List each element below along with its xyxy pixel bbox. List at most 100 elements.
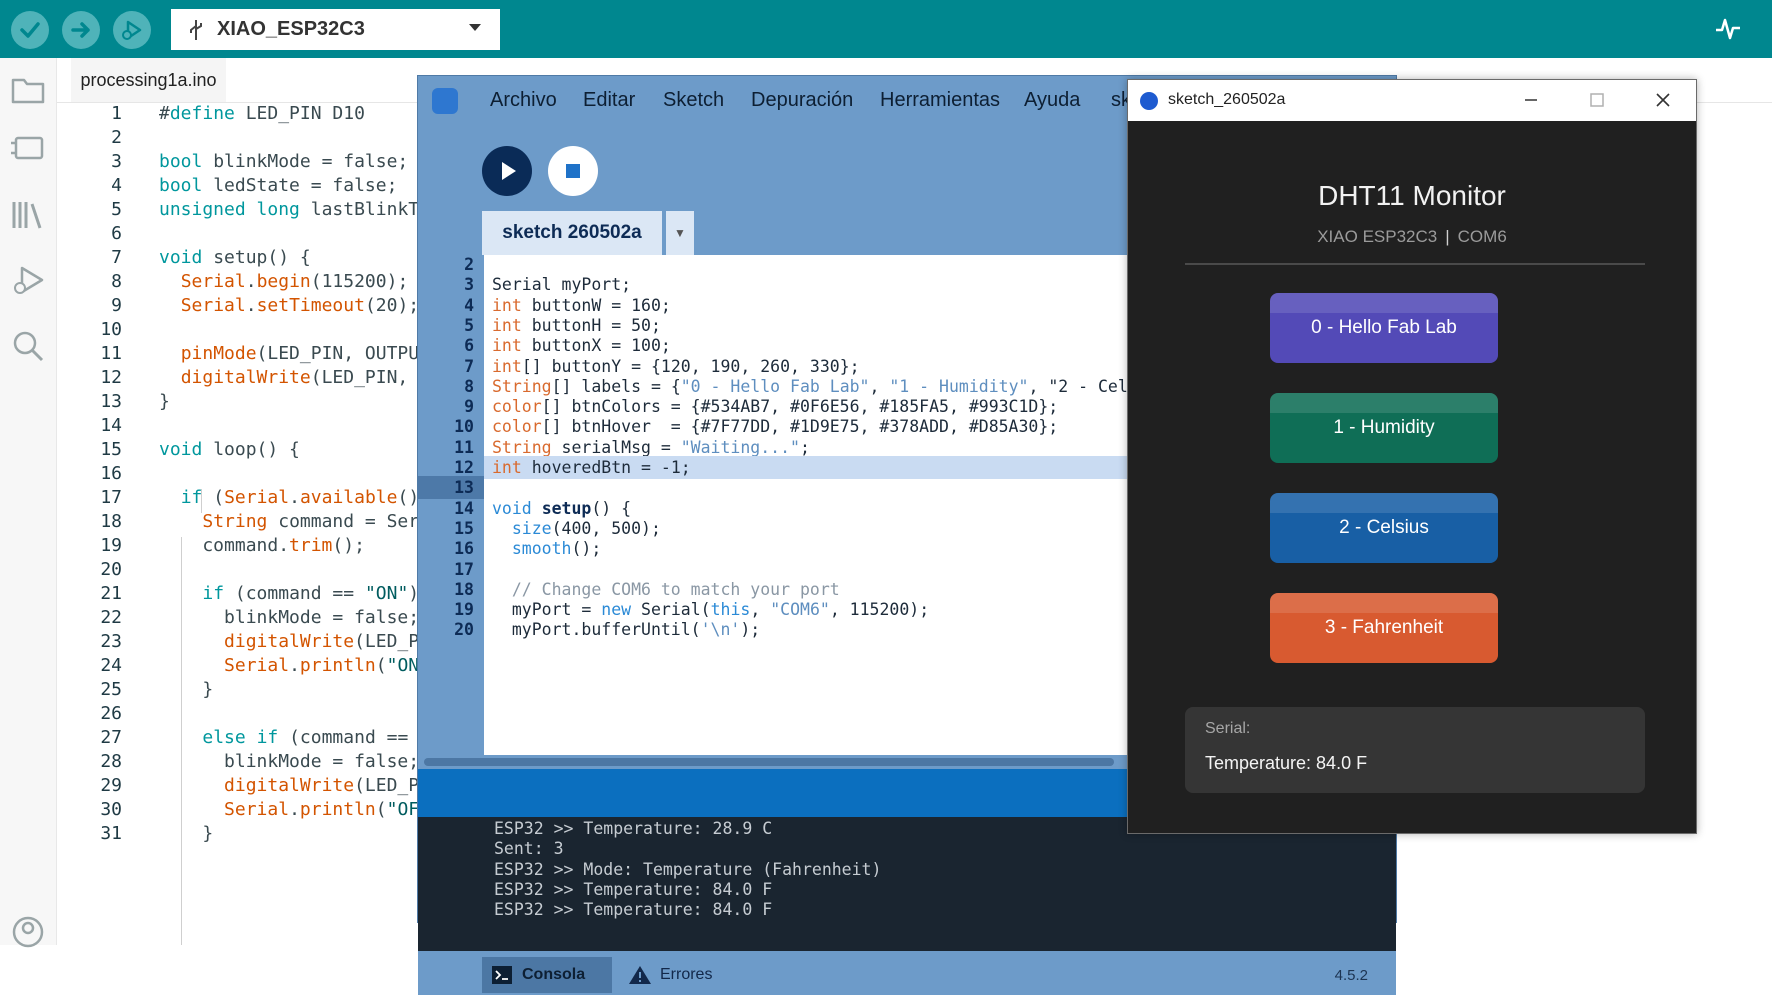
line-number: 12: [100, 367, 122, 388]
code-text: void setup() {: [159, 247, 311, 268]
line-number: 15: [100, 439, 122, 460]
button-label: 1 - Humidity: [1333, 417, 1435, 438]
code-text: #define LED_PIN D10: [159, 103, 365, 124]
port-label: COM6: [1457, 227, 1507, 246]
tab-processing1a[interactable]: processing1a.ino: [71, 58, 226, 102]
code-text: }: [159, 823, 214, 844]
code-text: command.trim();: [159, 535, 365, 556]
stop-button[interactable]: [548, 146, 598, 196]
humidity-button[interactable]: 1 - Humidity: [1270, 393, 1498, 463]
separator: |: [1445, 227, 1450, 246]
hello-fab-lab-button[interactable]: 0 - Hello Fab Lab: [1270, 293, 1498, 363]
debug-button[interactable]: [113, 11, 151, 49]
menu-editar[interactable]: Editar: [583, 89, 635, 112]
code-text: unsigned long lastBlinkT: [159, 199, 420, 220]
errors-tab-label: Errores: [660, 966, 713, 983]
version-label: 4.5.2: [1334, 967, 1368, 984]
search-icon[interactable]: [8, 326, 48, 366]
line-number: 23: [100, 631, 122, 652]
console-output: ESP32 >> Temperature: 28.9 C Sent: 3 ESP32…: [418, 817, 1396, 951]
tab-errors[interactable]: Errores: [626, 957, 712, 993]
button-label: 3 - Fahrenheit: [1324, 617, 1444, 638]
processing-footer: Consola Errores 4.5.2: [418, 951, 1396, 995]
line-number: 26: [100, 703, 122, 724]
code-text: Serial.setTimeout(20);: [180, 295, 420, 316]
menu-herramientas[interactable]: Herramientas: [880, 89, 1000, 112]
line-number: 22: [100, 607, 122, 628]
console-line: ESP32 >> Temperature: 84.0 F: [494, 900, 773, 920]
upload-button[interactable]: [62, 11, 100, 49]
serial-plotter-icon[interactable]: [1714, 14, 1742, 42]
line-number: 10: [100, 319, 122, 340]
tab-menu-button[interactable]: ▼: [666, 211, 694, 255]
console-line: Sent: 3: [494, 839, 564, 859]
check-icon: [20, 22, 40, 38]
code-text: }: [159, 391, 170, 412]
processing-app-icon: [1140, 92, 1158, 110]
board-manager-icon[interactable]: [8, 128, 48, 168]
line-number: 27: [100, 727, 122, 748]
code-text: pinMode(LED_PIN, OUTPU: [180, 343, 420, 364]
menu-ayuda[interactable]: Ayuda: [1024, 89, 1080, 112]
close-icon[interactable]: [1651, 88, 1675, 112]
warning-icon: [629, 966, 651, 984]
scrollbar-thumb[interactable]: [424, 758, 1114, 766]
board-name: XIAO_ESP32C3: [217, 18, 365, 40]
maximize-icon[interactable]: [1585, 88, 1609, 112]
celsius-button[interactable]: 2 - Celsius: [1270, 493, 1498, 563]
stop-icon: [566, 164, 580, 178]
sketch-titlebar: sketch_260502a: [1128, 80, 1696, 121]
monitor-heading: DHT11 Monitor: [1318, 180, 1506, 211]
verify-button[interactable]: [11, 11, 49, 49]
arrow-right-icon: [71, 22, 90, 38]
terminal-icon: [492, 966, 512, 984]
code-text: if (Serial.available(): [180, 487, 420, 508]
code-text: Serial.begin(115200);: [180, 271, 409, 292]
console-line: ESP32 >> Temperature: 84.0 F: [494, 879, 773, 899]
fahrenheit-button[interactable]: 3 - Fahrenheit: [1270, 593, 1498, 663]
minimize-icon[interactable]: [1519, 88, 1543, 112]
line-number: 14: [100, 415, 122, 436]
board-label: XIAO ESP32C3: [1317, 227, 1438, 246]
serial-readout-panel: Serial: Temperature: 84.0 F: [1185, 707, 1645, 793]
line-number: 6: [111, 223, 122, 244]
code-text: blinkMode = false;: [159, 751, 420, 772]
folder-icon[interactable]: [8, 70, 48, 110]
menu-archivo[interactable]: Archivo: [490, 89, 557, 112]
profile-icon[interactable]: [8, 910, 48, 950]
code-text: bool blinkMode = false;: [159, 151, 409, 172]
code-text: digitalWrite(LED_P: [224, 775, 420, 796]
line-number: 7: [111, 247, 122, 268]
tab-console[interactable]: Consola: [482, 957, 612, 993]
menu-sketch[interactable]: Sketch: [663, 89, 724, 112]
code-text: Serial.println("ON: [224, 655, 420, 676]
code-text: digitalWrite(LED_P: [224, 631, 420, 652]
button-label: 0 - Hello Fab Lab: [1311, 317, 1457, 338]
line-number: 25: [100, 679, 122, 700]
menu-depuracion[interactable]: Depuración: [751, 89, 853, 112]
line-number: 5: [111, 199, 122, 220]
window-title: sketch_260502a: [1168, 91, 1286, 108]
code-text: blinkMode = false;: [159, 607, 420, 628]
line-number: 9: [111, 295, 122, 316]
line-number: 20: [100, 559, 122, 580]
chevron-down-icon: [469, 24, 481, 31]
code-text: else if (command ==: [202, 727, 409, 748]
line-number: 30: [100, 799, 122, 820]
tab-sketch-260502a[interactable]: sketch 260502a: [482, 211, 662, 255]
run-button[interactable]: [482, 146, 532, 196]
code-text: if (command == "ON"): [202, 583, 420, 604]
line-number: 8: [111, 271, 122, 292]
serial-message: Temperature: 84.0 F: [1205, 753, 1368, 773]
processing-logo-icon: [432, 88, 458, 114]
serial-label: Serial:: [1205, 720, 1251, 737]
library-icon[interactable]: [8, 194, 48, 234]
debug-sidebar-icon[interactable]: [8, 260, 48, 300]
line-number: 20: [454, 620, 474, 640]
arduino-toolbar: XIAO_ESP32C3: [0, 0, 1772, 58]
board-selector[interactable]: XIAO_ESP32C3: [171, 9, 500, 50]
console-tab-label: Consola: [522, 966, 586, 983]
line-number: 3: [111, 151, 122, 172]
code-text: myPort.bufferUntil('\n');: [492, 620, 761, 640]
line-number: 21: [100, 583, 122, 604]
